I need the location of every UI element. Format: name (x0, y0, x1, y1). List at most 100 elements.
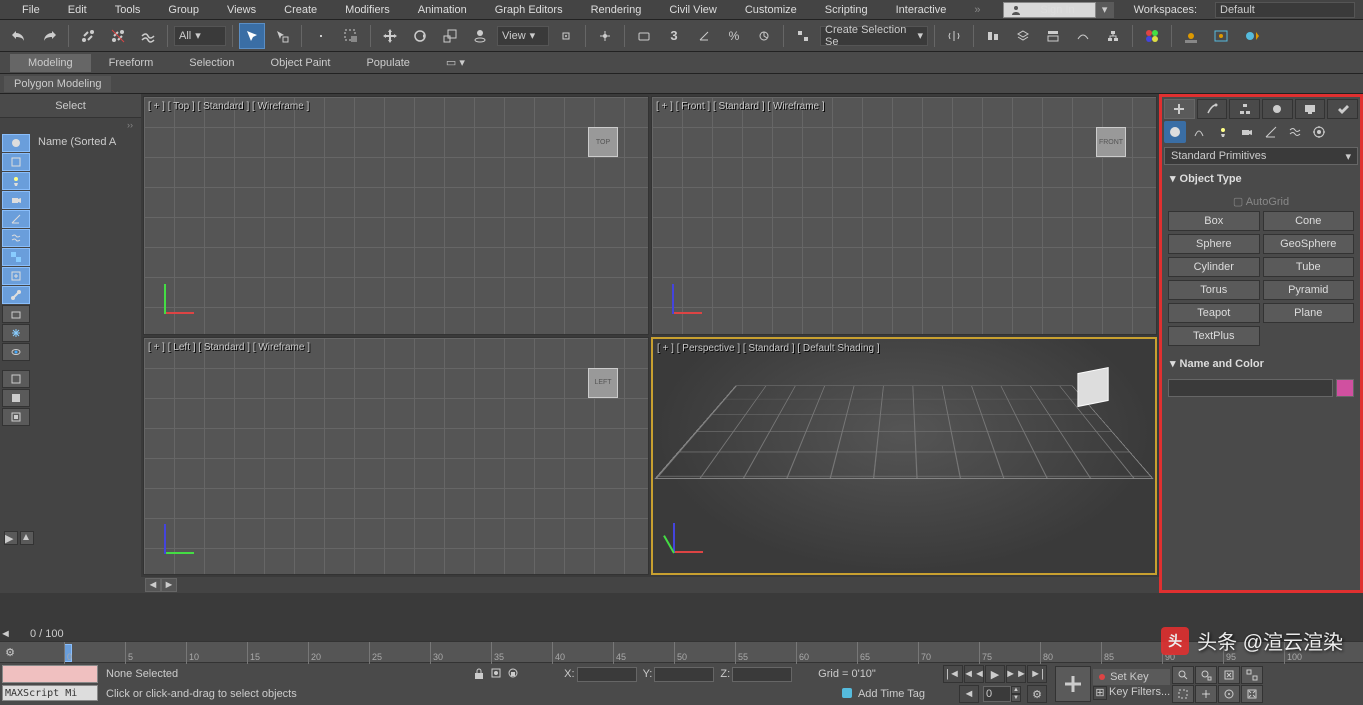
menu-animation[interactable]: Animation (404, 3, 481, 17)
filter-shape-icon[interactable] (2, 153, 30, 171)
obj-tube-button[interactable]: Tube (1263, 257, 1355, 277)
menu-civilview[interactable]: Civil View (655, 3, 730, 17)
viewcube-top[interactable]: TOP (578, 117, 628, 167)
filter-group-icon[interactable] (2, 248, 30, 266)
name-column-header[interactable]: Name (Sorted A (32, 132, 141, 562)
display-tab[interactable] (1295, 99, 1326, 119)
zoom-extents-all-button[interactable] (1241, 666, 1263, 684)
key-filters-button[interactable]: Key Filters... (1109, 686, 1170, 700)
zoom-extents-button[interactable] (1218, 666, 1240, 684)
track-bar[interactable]: ◄ 0 / 100 (0, 627, 1363, 641)
signin-button[interactable]: Sign In (1003, 2, 1095, 18)
goto-end-button[interactable]: ►| (1027, 665, 1047, 683)
select-object-button[interactable] (239, 23, 265, 49)
prev-frame-button[interactable]: ◄◄ (964, 665, 984, 683)
move-button[interactable] (377, 23, 403, 49)
add-time-tag[interactable]: Add Time Tag (858, 688, 925, 700)
setkey-button[interactable]: Set Key (1093, 669, 1170, 685)
menu-group[interactable]: Group (154, 3, 213, 17)
filter-helper-icon[interactable] (2, 210, 30, 228)
schematic-view-button[interactable] (1100, 23, 1126, 49)
cat-spacewarps-icon[interactable] (1284, 121, 1306, 143)
obj-box-button[interactable]: Box (1168, 211, 1260, 231)
next-frame-button[interactable]: ►► (1006, 665, 1026, 683)
autogrid-checkbox[interactable]: ▢ AutoGrid (1168, 192, 1354, 211)
obj-pyramid-button[interactable]: Pyramid (1263, 280, 1355, 300)
signin-dropdown[interactable]: ▾ (1096, 2, 1114, 18)
workspace-dropdown[interactable] (1215, 2, 1355, 18)
link-button[interactable] (75, 23, 101, 49)
filter-hidden-icon[interactable] (2, 343, 30, 361)
ribbon-tab-modeling[interactable]: Modeling (10, 54, 91, 72)
bind-spacewarp-button[interactable] (135, 23, 161, 49)
time-tag-icon[interactable] (840, 686, 854, 703)
spinner-snap-button[interactable] (751, 23, 777, 49)
orbit-button[interactable] (1218, 685, 1240, 703)
autokey-button[interactable] (1055, 666, 1091, 702)
menu-tools[interactable]: Tools (101, 3, 155, 17)
cat-helpers-icon[interactable] (1260, 121, 1282, 143)
align-button[interactable] (980, 23, 1006, 49)
unlink-button[interactable] (105, 23, 131, 49)
menu-interactive[interactable]: Interactive (882, 3, 961, 17)
ribbon-tab-freeform[interactable]: Freeform (91, 54, 172, 72)
toggle-a[interactable]: ▶ (4, 531, 18, 545)
filter-xref-icon[interactable] (2, 267, 30, 285)
menu-modifiers[interactable]: Modifiers (331, 3, 404, 17)
modify-tab[interactable] (1197, 99, 1228, 119)
current-frame-spinner[interactable]: ▲▼ (983, 686, 1023, 702)
scale-button[interactable] (437, 23, 463, 49)
viewport-front[interactable]: [ + ] [ Front ] [ Standard ] [ Wireframe… (651, 96, 1157, 335)
key-selectall-icon[interactable]: ⊞ (1093, 686, 1107, 700)
select-region-rect-button[interactable] (308, 23, 334, 49)
obj-plane-button[interactable]: Plane (1263, 303, 1355, 323)
edit-selection-set-button[interactable] (790, 23, 816, 49)
play-button[interactable]: ▶ (985, 665, 1005, 683)
primitive-dropdown[interactable]: Standard Primitives▾ (1164, 147, 1358, 165)
cat-geometry-icon[interactable] (1164, 121, 1186, 143)
viewport-label-top[interactable]: [ + ] [ Top ] [ Standard ] [ Wireframe ] (148, 101, 309, 112)
viewport-perspective[interactable]: [ + ] [ Perspective ] [ Standard ] [ Def… (651, 337, 1157, 576)
zoom-button[interactable] (1172, 666, 1194, 684)
viewport-label-left[interactable]: [ + ] [ Left ] [ Standard ] [ Wireframe … (148, 342, 310, 353)
obj-torus-button[interactable]: Torus (1168, 280, 1260, 300)
menu-rendering[interactable]: Rendering (577, 3, 656, 17)
redo-button[interactable] (36, 23, 62, 49)
ribbon-tab-populate[interactable]: Populate (348, 54, 427, 72)
timeline-config-icon[interactable]: ⚙ (0, 646, 20, 659)
ribbon-flyout[interactable]: ▭ ▾ (428, 53, 483, 72)
filter-geometry-icon[interactable] (2, 134, 30, 152)
toggle-ribbon-button[interactable] (1040, 23, 1066, 49)
angle-snap-button[interactable] (691, 23, 717, 49)
display-influences-icon[interactable] (2, 408, 30, 426)
viewport-hscroll[interactable]: ◄► (141, 577, 1159, 593)
viewcube-front[interactable]: FRONT (1086, 117, 1136, 167)
viewport-top[interactable]: [ + ] [ Top ] [ Standard ] [ Wireframe ]… (143, 96, 649, 335)
keyboard-shortcut-button[interactable] (631, 23, 657, 49)
pan-button[interactable] (1195, 685, 1217, 703)
mirror-button[interactable] (941, 23, 967, 49)
display-none-icon[interactable] (2, 370, 30, 388)
maxscript-listener[interactable] (2, 665, 98, 683)
selection-filter-dropdown[interactable]: All▾ (174, 26, 226, 46)
rendered-frame-button[interactable] (1208, 23, 1234, 49)
obj-cone-button[interactable]: Cone (1263, 211, 1355, 231)
obj-textplus-button[interactable]: TextPlus (1168, 326, 1260, 346)
cat-lights-icon[interactable] (1212, 121, 1234, 143)
menu-grapheditors[interactable]: Graph Editors (481, 3, 577, 17)
lock-selection-icon[interactable] (472, 666, 486, 683)
key-mode-button[interactable]: ◄ (959, 685, 979, 703)
toggle-b[interactable] (20, 531, 34, 545)
rollout-object-type[interactable]: ▾Object Type (1164, 169, 1358, 188)
curve-editor-button[interactable] (1070, 23, 1096, 49)
obj-geosphere-button[interactable]: GeoSphere (1263, 234, 1355, 254)
render-setup-button[interactable] (1178, 23, 1204, 49)
hierarchy-tab[interactable] (1229, 99, 1260, 119)
menu-views[interactable]: Views (213, 3, 270, 17)
percent-snap-button[interactable]: % (721, 23, 747, 49)
z-input[interactable] (732, 667, 792, 682)
rotate-button[interactable] (407, 23, 433, 49)
viewport-label-front[interactable]: [ + ] [ Front ] [ Standard ] [ Wireframe… (656, 101, 825, 112)
zoom-region-button[interactable] (1172, 685, 1194, 703)
obj-sphere-button[interactable]: Sphere (1168, 234, 1260, 254)
